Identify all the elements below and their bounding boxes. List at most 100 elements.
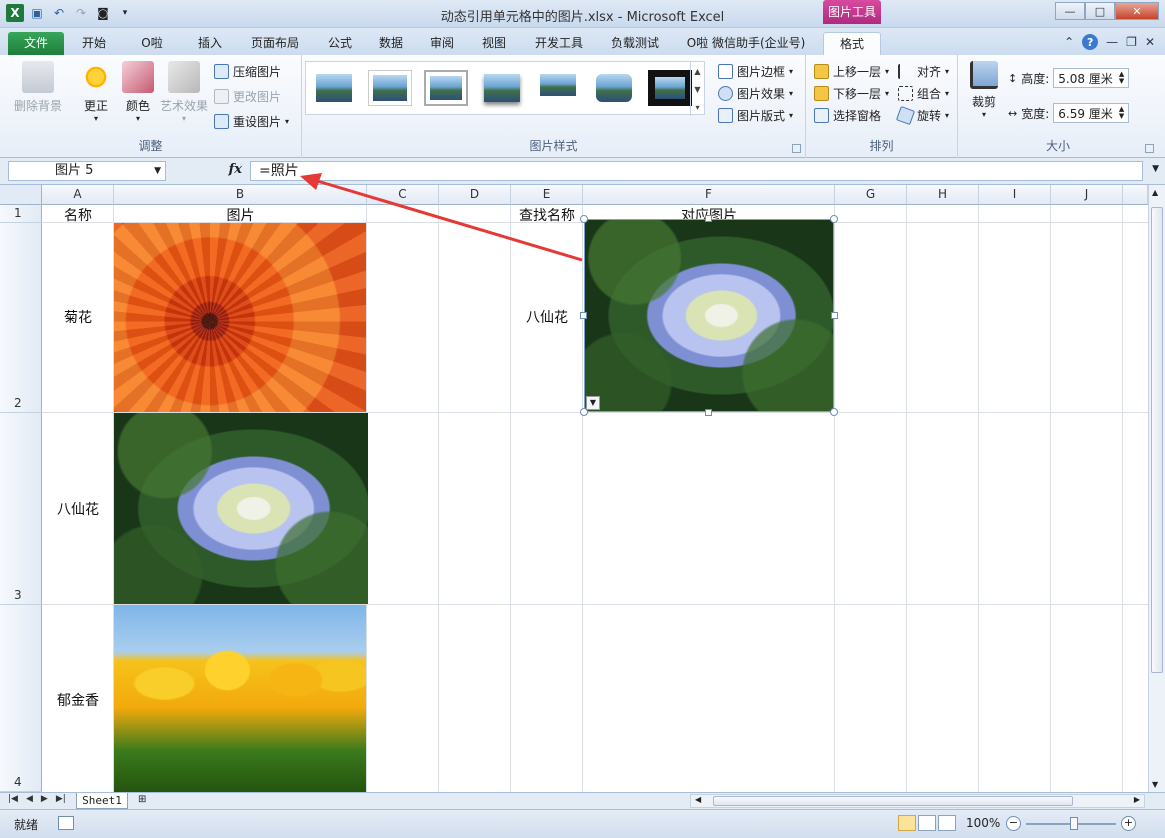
row-header-4[interactable]: 4 (0, 605, 42, 792)
tab-file[interactable]: 文件 (8, 32, 64, 55)
tab-home[interactable]: 开始 (76, 32, 112, 55)
selection-pane-button[interactable]: 选择窗格 (814, 105, 881, 125)
row-header-1[interactable]: 1 (0, 205, 42, 223)
picture-style-6[interactable] (592, 70, 636, 106)
column-header-d[interactable]: D (439, 185, 511, 205)
column-header-k[interactable] (1123, 185, 1148, 205)
cell-b1[interactable]: 图片 (114, 205, 367, 225)
height-spinner-icon[interactable]: ▲ ▼ (1119, 71, 1124, 85)
resize-handle-sw[interactable] (580, 408, 588, 416)
linked-picture-selected[interactable]: ▼ (584, 219, 834, 412)
gallery-more-icon[interactable]: ▾ (695, 103, 699, 112)
height-input[interactable]: 5.08 厘米 ▲ ▼ (1053, 68, 1130, 88)
tulip-picture[interactable] (114, 605, 366, 792)
zoom-level[interactable]: 100% (966, 816, 1000, 830)
width-input[interactable]: 6.59 厘米 ▲ ▼ (1053, 103, 1130, 123)
column-header-h[interactable]: H (907, 185, 979, 205)
insert-sheet-icon[interactable]: ⊞ (138, 794, 156, 808)
doc-minimize-icon[interactable]: — (1106, 35, 1118, 49)
zoom-knob[interactable] (1070, 817, 1078, 830)
insert-function-icon[interactable]: fx (229, 162, 242, 177)
resize-handle-s[interactable] (705, 409, 712, 416)
picture-style-4[interactable] (480, 70, 524, 106)
reset-picture-button[interactable]: 重设图片 ▾ (214, 111, 289, 131)
cell-e1[interactable]: 查找名称 (511, 205, 583, 225)
hydrangea-picture[interactable] (114, 413, 368, 604)
rotate-button[interactable]: 旋转 ▾ (895, 105, 949, 125)
bring-forward-button[interactable]: 上移一层 ▾ (814, 61, 889, 81)
gallery-down-icon[interactable]: ▼ (694, 85, 700, 94)
cell-e2[interactable]: 八仙花 (511, 307, 583, 327)
width-spinner-icon[interactable]: ▲ ▼ (1119, 106, 1124, 120)
resize-handle-e[interactable] (831, 312, 838, 319)
tab-formulas[interactable]: 公式 (322, 32, 358, 55)
scroll-down-icon[interactable]: ▼ (1152, 780, 1158, 789)
column-header-b[interactable]: B (114, 185, 367, 205)
picture-style-2[interactable] (368, 70, 412, 106)
resize-handle-w[interactable] (580, 312, 587, 319)
tab-developer[interactable]: 开发工具 (528, 32, 590, 55)
picture-style-1[interactable] (312, 70, 356, 106)
tab-ola[interactable]: O啦 (132, 32, 172, 55)
normal-view-icon[interactable] (898, 815, 916, 831)
send-backward-button[interactable]: 下移一层 ▾ (814, 83, 889, 103)
paste-options-icon[interactable]: ▼ (586, 396, 600, 410)
resize-handle-n[interactable] (705, 215, 712, 222)
cell-a3[interactable]: 八仙花 (42, 499, 114, 519)
last-sheet-icon[interactable]: ▶| (56, 794, 66, 804)
remove-background-button[interactable]: 删除背景 (10, 61, 66, 114)
zoom-in-icon[interactable]: + (1121, 816, 1136, 831)
tab-view[interactable]: 视图 (476, 32, 512, 55)
column-header-a[interactable]: A (42, 185, 114, 205)
macro-record-icon[interactable] (58, 816, 74, 830)
minimize-button[interactable]: — (1055, 2, 1085, 20)
next-sheet-icon[interactable]: ▶ (41, 794, 48, 804)
chrysanthemum-picture[interactable] (114, 223, 366, 412)
tab-data[interactable]: 数据 (373, 32, 409, 55)
first-sheet-icon[interactable]: |◀ (8, 794, 18, 804)
horizontal-scroll-thumb[interactable] (713, 796, 1073, 806)
vertical-scroll-thumb[interactable] (1151, 207, 1163, 673)
corrections-button[interactable]: 更正 ▾ (74, 61, 118, 123)
help-icon[interactable]: ? (1082, 34, 1099, 50)
gallery-up-icon[interactable]: ▲ (694, 67, 700, 76)
color-button[interactable]: 颜色 ▾ (116, 61, 160, 123)
sheet-tab-sheet1[interactable]: Sheet1 (76, 793, 128, 809)
row-header-3[interactable]: 3 (0, 413, 42, 605)
vertical-scrollbar[interactable]: ▲ ▼ (1148, 185, 1165, 792)
tab-load-test[interactable]: 负载测试 (604, 32, 666, 55)
align-button[interactable]: 对齐 ▾ (898, 61, 949, 81)
prev-sheet-icon[interactable]: ◀ (26, 794, 33, 804)
row-header-2[interactable]: 2 (0, 223, 42, 413)
picture-style-3[interactable] (424, 70, 468, 106)
close-button[interactable]: ✕ (1115, 2, 1159, 20)
tab-ola-wechat[interactable]: O啦 微信助手(企业号) (682, 32, 810, 55)
picture-styles-launcher-icon[interactable] (792, 144, 801, 153)
column-header-j[interactable]: J (1051, 185, 1123, 205)
tab-format[interactable]: 格式 (823, 32, 881, 55)
picture-style-5[interactable] (536, 70, 580, 106)
tab-insert[interactable]: 插入 (192, 32, 228, 55)
column-header-g[interactable]: G (835, 185, 907, 205)
picture-layout-button[interactable]: 图片版式 ▾ (718, 105, 793, 125)
column-header-f[interactable]: F (583, 185, 835, 205)
compress-pictures-button[interactable]: 压缩图片 (214, 61, 281, 81)
resize-handle-se[interactable] (830, 408, 838, 416)
picture-border-button[interactable]: 图片边框 ▾ (718, 61, 793, 81)
crop-button[interactable]: 裁剪 ▾ (964, 61, 1004, 119)
maximize-button[interactable]: □ (1085, 2, 1115, 20)
size-launcher-icon[interactable] (1145, 144, 1154, 153)
tab-page-layout[interactable]: 页面布局 (246, 32, 304, 55)
picture-effects-button[interactable]: 图片效果 ▾ (718, 83, 793, 103)
artistic-effects-button[interactable]: 艺术效果 ▾ (158, 61, 210, 123)
doc-restore-icon[interactable]: ❐ (1126, 35, 1137, 49)
cell-a2[interactable]: 菊花 (42, 307, 114, 327)
group-button[interactable]: 组合 ▾ (898, 83, 949, 103)
formula-input[interactable]: =照片 (250, 161, 1143, 181)
name-box-dropdown-icon[interactable]: ▼ (154, 162, 161, 180)
collapse-ribbon-icon[interactable]: ⌃ (1064, 35, 1074, 49)
page-layout-view-icon[interactable] (918, 815, 936, 831)
scroll-right-icon[interactable]: ▶ (1134, 795, 1140, 804)
doc-close-icon[interactable]: ✕ (1145, 35, 1155, 49)
picture-style-7[interactable] (648, 70, 692, 106)
